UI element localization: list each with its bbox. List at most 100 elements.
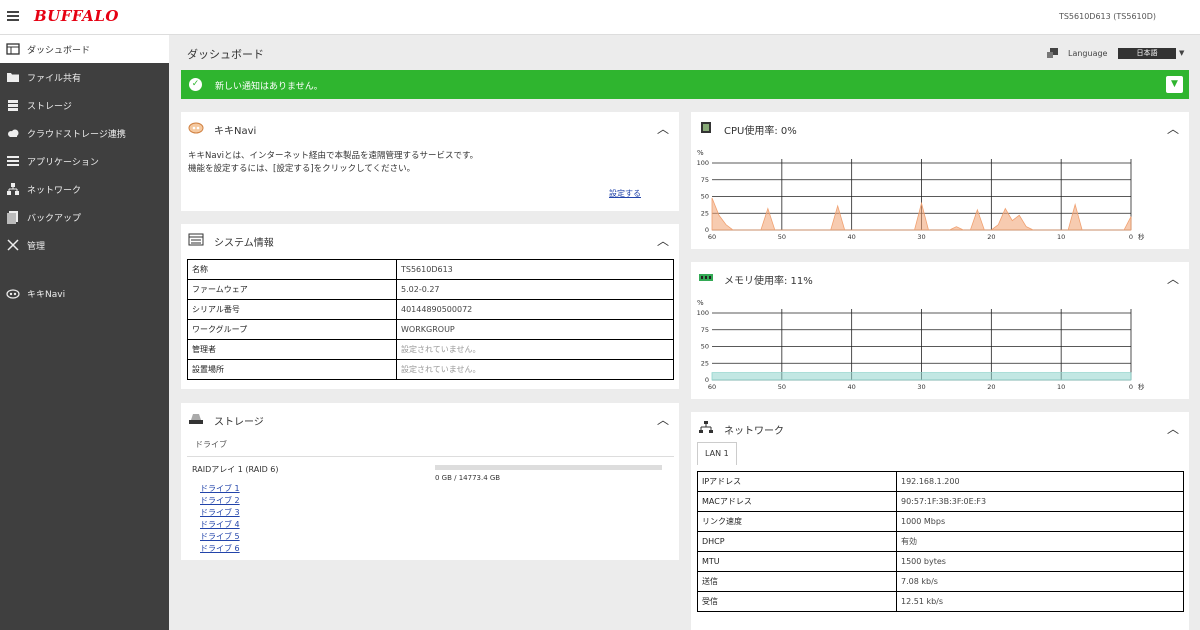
row-key: 設置場所 [187,359,397,380]
drive-link[interactable]: ドライブ 5 [200,531,240,542]
drive-link[interactable]: ドライブ 1 [200,483,240,494]
table-row: DHCP 有効 [697,531,1184,552]
table-row: ワークグループ WORKGROUP [187,319,674,340]
drive-link[interactable]: ドライブ 2 [200,495,240,506]
tab-drives[interactable]: ドライブ [195,439,227,450]
sidebar-item-label: 管理 [27,242,46,252]
cpu-card: CPU使用率: 0% ︿ % 100 75 50 25 0 60 50 40 30 20 10 0 秒 [691,112,1189,249]
table-row: 名称 TS5610D613 [187,259,674,280]
sidebar-item-kikinavi[interactable]: キキNavi [0,279,169,307]
x-tick-label: 10 [1057,233,1065,241]
sidebar-item-cloud[interactable]: クラウドストレージ連携 [0,119,169,147]
drive-link[interactable]: ドライブ 4 [200,519,240,530]
cpu-icon [701,122,711,133]
table-row: シリアル番号 40144890500072 [187,299,674,320]
sidebar-item-network[interactable]: ネットワーク [0,175,169,203]
system-info-table: 名称 TS5610D613 ファームウェア 5.02-0.27 シリアル番号 4014… [187,259,674,380]
network-icon [699,421,713,433]
card-title: CPU使用率: 0% [724,126,797,137]
x-tick-label: 50 [778,383,786,391]
collapse-icon[interactable]: ︿ [657,232,669,249]
x-tick-label: 40 [848,233,856,241]
tab-label: LAN 1 [705,449,729,458]
sidebar-item-file-share[interactable]: ファイル共有 [0,63,169,91]
sidebar-item-label: ダッシュボード [27,46,91,56]
caret-down-icon[interactable]: ▼ [1179,49,1184,57]
menu-icon[interactable] [7,11,19,21]
table-row: リンク速度 1000 Mbps [697,511,1184,532]
notification-bar: ✓ 新しい通知はありません。 ▼ [181,70,1189,99]
network-info-table: IPアドレス 192.168.1.200 MACアドレス 90:57:1F:3B:3… [697,471,1184,612]
tools-icon [7,239,19,251]
row-key: 送信 [697,571,897,592]
kikinavi-icon [6,289,20,299]
memory-icon [699,274,713,281]
table-row: 設置場所 設定されていません。 [187,359,674,380]
kikinavi-description: キキNaviとは、インターネット経由で本製品を遠隔管理するサービスです。 [188,151,479,161]
sidebar-item-label: ファイル共有 [27,74,82,84]
row-key: リンク速度 [697,511,897,532]
folder-icon [7,73,19,82]
system-info-card: システム情報 ︿ 名称 TS5610D613 ファームウェア 5.02-0.27 シ… [181,224,679,389]
y-tick-label: 25 [701,209,709,217]
y-axis-label: % [697,299,704,307]
table-row: MACアドレス 90:57:1F:3B:3F:0E:F3 [697,491,1184,512]
row-key: MACアドレス [697,491,897,512]
dashboard-icon [6,43,20,55]
sidebar-item-label: バックアップ [27,214,82,224]
table-row: 受信 12.51 kb/s [697,591,1184,612]
kikinavi-setup-link[interactable]: 設定する [609,188,641,199]
table-row: MTU 1500 bytes [697,551,1184,572]
device-name: TS5610D613 (TS5610D) [1058,12,1156,21]
y-tick-label: 75 [701,176,709,184]
row-key: MTU [697,551,897,572]
sidebar-item-applications[interactable]: アプリケーション [0,147,169,175]
sidebar-item-label: アプリケーション [27,158,99,168]
collapse-icon[interactable]: ︿ [657,120,669,137]
sidebar-item-backup[interactable]: バックアップ [0,203,169,231]
memory-chart: %100755025060 50 40 30 20 10 0 秒 [697,299,1145,391]
notification-message: 新しい通知はありません。 [215,82,323,92]
row-key: 受信 [697,591,897,612]
collapse-icon[interactable]: ︿ [1167,420,1179,437]
x-tick-label: 20 [987,383,995,391]
language-select[interactable]: 日本語 [1118,48,1176,59]
row-value: 設定されていません。 [396,339,674,360]
collapse-icon[interactable]: ︿ [1167,120,1179,137]
storage-icon [8,100,18,111]
row-key: DHCP [697,531,897,552]
row-key: ファームウェア [187,279,397,300]
hdd-icon [189,414,203,424]
x-axis-label: 秒 [1138,382,1145,391]
sidebar-item-label: キキNavi [27,290,66,300]
backup-icon [7,211,18,224]
table-row: 送信 7.08 kb/s [697,571,1184,592]
drive-link[interactable]: ドライブ 6 [200,543,240,554]
divider [187,456,674,457]
tab-lan1[interactable]: LAN 1 [697,442,737,465]
row-value: 90:57:1F:3B:3F:0E:F3 [896,491,1184,512]
y-axis-label: % [697,149,704,157]
x-tick-label: 10 [1057,383,1065,391]
row-key: シリアル番号 [187,299,397,320]
language-icon [1047,48,1058,58]
sidebar-item-storage[interactable]: ストレージ [0,91,169,119]
card-title: キキNavi [214,126,257,137]
sidebar-item-dashboard[interactable]: ダッシュボード [0,35,169,63]
expand-notification-button[interactable]: ▼ [1166,76,1183,93]
language-label: Language [1068,49,1108,58]
raid-array-label: RAIDアレイ 1 (RAID 6) [192,465,279,474]
network-icon [7,183,19,195]
storage-usage-bar [435,465,662,470]
storage-usage-text: 0 GB / 14773.4 GB [435,474,501,482]
table-row: ファームウェア 5.02-0.27 [187,279,674,300]
collapse-icon[interactable]: ︿ [1167,270,1179,287]
sidebar-item-management[interactable]: 管理 [0,231,169,259]
x-axis-label: 秒 [1138,232,1145,241]
row-value: 7.08 kb/s [896,571,1184,592]
collapse-icon[interactable]: ︿ [657,411,669,428]
series-area [711,372,1132,381]
apps-icon [7,156,19,166]
row-value: 12.51 kb/s [896,591,1184,612]
drive-link[interactable]: ドライブ 3 [200,507,240,518]
